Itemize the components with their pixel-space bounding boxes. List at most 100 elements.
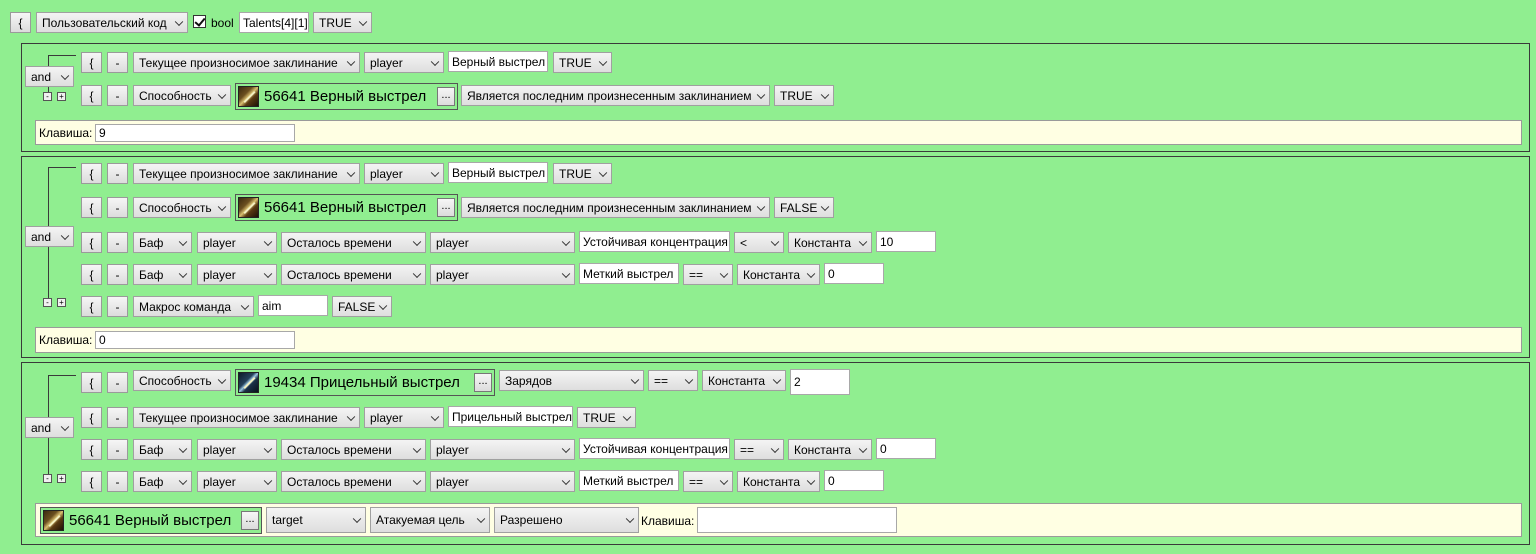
buff-name-input[interactable]: Устойчивая концентрация xyxy=(579,231,730,252)
spell-name-input[interactable]: Прицельный выстрел xyxy=(448,406,573,427)
property-select[interactable]: Осталось времени xyxy=(281,232,426,253)
source-select[interactable]: Константа xyxy=(737,471,820,492)
brace-button[interactable]: { xyxy=(81,163,102,184)
minus-button[interactable]: - xyxy=(107,439,128,460)
spell-picker[interactable]: 56641 Верный выстрел ... xyxy=(235,194,458,221)
target-select[interactable]: target xyxy=(266,507,366,533)
unit-select[interactable]: player xyxy=(364,163,444,184)
block3-logic-select[interactable]: and xyxy=(25,417,74,438)
target-type-select[interactable]: Атакуемая цель xyxy=(370,507,490,533)
bool-checkbox[interactable] xyxy=(193,15,206,28)
header-value-select[interactable]: TRUE xyxy=(313,12,372,33)
minus-button[interactable]: - xyxy=(107,407,128,428)
property-select[interactable]: Осталось времени xyxy=(281,439,426,460)
condition-select[interactable]: Является последним произнесенным заклина… xyxy=(461,85,770,106)
block1-logic-select[interactable]: and xyxy=(25,66,74,87)
brace-button[interactable]: { xyxy=(81,439,102,460)
condition-type-select[interactable]: Способность xyxy=(133,370,231,391)
source-select[interactable]: Константа xyxy=(702,370,786,391)
minus-button[interactable]: - xyxy=(107,372,128,393)
key-input[interactable] xyxy=(697,507,897,533)
value-select[interactable]: TRUE xyxy=(553,52,612,73)
condition-type-select[interactable]: Баф xyxy=(133,471,192,492)
header-brace-button[interactable]: { xyxy=(10,12,31,33)
unit-select[interactable]: player xyxy=(197,471,277,492)
property-select[interactable]: Осталось времени xyxy=(281,471,426,492)
condition-type-select[interactable]: Макрос команда xyxy=(133,296,254,317)
caster-select[interactable]: player xyxy=(430,439,575,460)
condition-type-select[interactable]: Текущее произносимое заклинание xyxy=(133,163,360,184)
value-select[interactable]: FALSE xyxy=(774,197,834,218)
spell-picker[interactable]: 56641 Верный выстрел ... xyxy=(235,83,458,110)
condition-type-select[interactable]: Текущее произносимое заклинание xyxy=(133,52,360,73)
operator-select[interactable]: == xyxy=(683,471,733,492)
expand-toggle[interactable]: + xyxy=(57,474,66,483)
minus-button[interactable]: - xyxy=(107,197,128,218)
minus-button[interactable]: - xyxy=(107,163,128,184)
source-select[interactable]: Константа xyxy=(737,264,820,285)
minus-button[interactable]: - xyxy=(107,232,128,253)
expand-toggle[interactable]: + xyxy=(57,92,66,101)
brace-button[interactable]: { xyxy=(81,372,102,393)
source-select[interactable]: Константа xyxy=(788,439,872,460)
buff-name-input[interactable]: Устойчивая концентрация xyxy=(579,438,730,459)
source-select[interactable]: Константа xyxy=(788,232,872,253)
brace-button[interactable]: { xyxy=(81,296,102,317)
property-select[interactable]: Осталось времени xyxy=(281,264,426,285)
spell-browse-button[interactable]: ... xyxy=(241,511,259,530)
condition-select[interactable]: Является последним произнесенным заклина… xyxy=(461,197,770,218)
caster-select[interactable]: player xyxy=(430,232,575,253)
condition-type-select[interactable]: Способность xyxy=(133,85,231,106)
minus-button[interactable]: - xyxy=(107,264,128,285)
minus-button[interactable]: - xyxy=(107,296,128,317)
operator-select[interactable]: < xyxy=(734,232,784,253)
operator-select[interactable]: == xyxy=(648,370,698,391)
number-input[interactable]: 2 xyxy=(790,369,850,395)
operator-select[interactable]: == xyxy=(683,264,733,285)
value-select[interactable]: FALSE xyxy=(332,296,392,317)
number-input[interactable]: 10 xyxy=(876,231,936,252)
spell-browse-button[interactable]: ... xyxy=(437,87,455,106)
key-input[interactable]: 9 xyxy=(95,124,295,142)
caster-select[interactable]: player xyxy=(430,471,575,492)
caster-select[interactable]: player xyxy=(430,264,575,285)
minus-button[interactable]: - xyxy=(107,471,128,492)
number-input[interactable]: 0 xyxy=(824,263,884,284)
action-spell-picker[interactable]: 56641 Верный выстрел ... xyxy=(40,507,262,534)
value-select[interactable]: TRUE xyxy=(774,85,834,106)
buff-name-input[interactable]: Меткий выстрел xyxy=(579,263,679,284)
unit-select[interactable]: player xyxy=(197,264,277,285)
unit-select[interactable]: player xyxy=(197,439,277,460)
number-input[interactable]: 0 xyxy=(876,438,936,459)
variable-name-input[interactable]: Talents[4][1] xyxy=(239,12,309,33)
spell-browse-button[interactable]: ... xyxy=(437,198,455,217)
brace-button[interactable]: { xyxy=(81,232,102,253)
condition-type-select[interactable]: Баф xyxy=(133,232,192,253)
minus-button[interactable]: - xyxy=(107,52,128,73)
condition-type-select[interactable]: Текущее произносимое заклинание xyxy=(133,407,360,428)
key-input[interactable]: 0 xyxy=(95,331,295,349)
brace-button[interactable]: { xyxy=(81,85,102,106)
spell-picker[interactable]: 19434 Прицельный выстрел ... xyxy=(235,369,495,396)
spell-name-input[interactable]: Верный выстрел xyxy=(448,162,548,183)
unit-select[interactable]: player xyxy=(364,52,444,73)
collapse-toggle[interactable]: - xyxy=(43,474,52,483)
buff-name-input[interactable]: Меткий выстрел xyxy=(579,470,679,491)
unit-select[interactable]: player xyxy=(197,232,277,253)
brace-button[interactable]: { xyxy=(81,52,102,73)
brace-button[interactable]: { xyxy=(81,407,102,428)
code-type-select[interactable]: Пользовательский код xyxy=(36,12,188,33)
spell-browse-button[interactable]: ... xyxy=(474,373,492,392)
property-select[interactable]: Зарядов xyxy=(499,370,644,391)
operator-select[interactable]: == xyxy=(734,439,784,460)
brace-button[interactable]: { xyxy=(81,264,102,285)
brace-button[interactable]: { xyxy=(81,471,102,492)
unit-select[interactable]: player xyxy=(364,407,444,428)
condition-type-select[interactable]: Баф xyxy=(133,439,192,460)
block2-logic-select[interactable]: and xyxy=(25,226,74,247)
condition-type-select[interactable]: Способность xyxy=(133,197,231,218)
permission-select[interactable]: Разрешено xyxy=(494,507,639,533)
value-select[interactable]: TRUE xyxy=(577,407,636,428)
collapse-toggle[interactable]: - xyxy=(43,298,52,307)
collapse-toggle[interactable]: - xyxy=(43,92,52,101)
